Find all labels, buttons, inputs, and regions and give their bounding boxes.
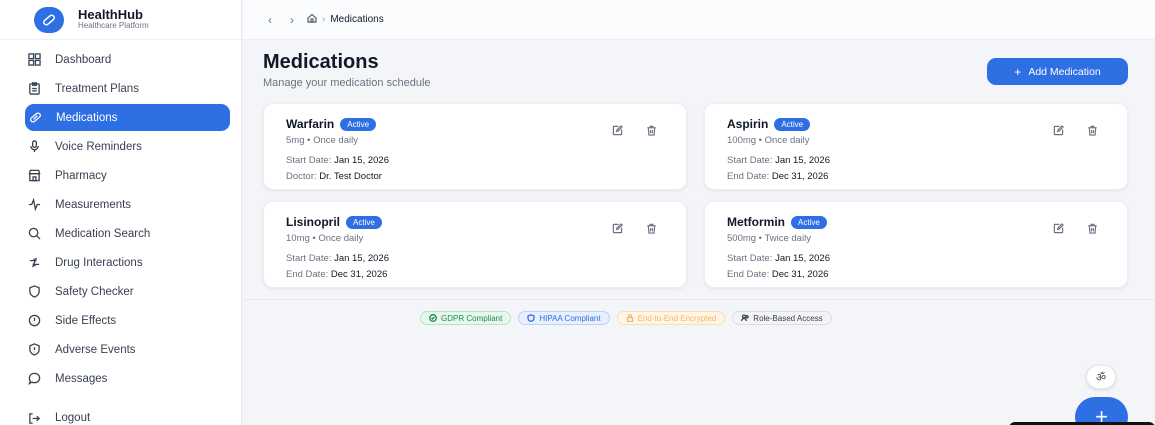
message-icon — [27, 372, 41, 386]
sidebar: HealthHub Healthcare Platform Dashboard … — [0, 0, 242, 425]
forward-arrow-icon[interactable]: › — [285, 13, 299, 27]
medication-name: Aspirin — [727, 117, 769, 131]
sidebar-item-medication-search[interactable]: Medication Search — [25, 220, 230, 247]
delete-icon[interactable] — [646, 223, 658, 235]
sidebar-nav: Dashboard Treatment Plans Medications Vo… — [0, 46, 241, 392]
edit-icon[interactable] — [1053, 125, 1065, 137]
medication-start-date: Start Date: Jan 15, 2026 — [727, 155, 830, 166]
medication-start-date: Start Date: Jan 15, 2026 — [286, 155, 389, 166]
brand-title: HealthHub — [78, 7, 143, 22]
sidebar-item-measurements[interactable]: Measurements — [25, 191, 230, 218]
logout-label: Logout — [55, 412, 91, 424]
sidebar-item-label: Messages — [55, 372, 108, 385]
microphone-icon — [27, 140, 41, 154]
language-toggle-button[interactable]: ॐ — [1086, 365, 1116, 389]
medication-name: Lisinopril — [286, 215, 340, 229]
sidebar-item-label: Measurements — [55, 198, 132, 211]
sidebar-item-side-effects[interactable]: Side Effects — [25, 307, 230, 334]
status-badge: Active — [791, 215, 827, 229]
pill-logo-icon — [34, 6, 64, 33]
divider — [243, 299, 1155, 300]
edit-icon[interactable] — [1053, 223, 1065, 235]
breadcrumb-chevron-icon: › — [322, 14, 326, 25]
add-medication-label: Add Medication — [1028, 65, 1101, 78]
delete-icon[interactable] — [1087, 223, 1099, 235]
sidebar-item-label: Adverse Events — [55, 343, 136, 356]
role-access-badge: Role-Based Access — [732, 311, 832, 325]
gdpr-badge: GDPR Compliant — [420, 311, 512, 325]
sidebar-item-messages[interactable]: Messages — [25, 365, 230, 392]
pill-icon — [28, 111, 42, 125]
shield-check-icon — [527, 314, 536, 322]
sidebar-item-drug-interactions[interactable]: Drug Interactions — [25, 249, 230, 276]
sidebar-item-label: Voice Reminders — [55, 140, 142, 153]
users-icon — [741, 314, 750, 322]
edit-icon[interactable] — [612, 125, 624, 137]
medication-doctor: Doctor: Dr. Test Doctor — [286, 171, 382, 182]
sidebar-item-label: Side Effects — [55, 314, 117, 327]
medication-card: Aspirin Active 100mg • Once daily Start … — [704, 103, 1128, 190]
lock-icon — [626, 314, 633, 322]
medication-end-date: End Date: Dec 31, 2026 — [727, 171, 829, 182]
status-badge: Active — [346, 215, 382, 229]
page-title: Medications — [263, 51, 379, 73]
main-content: Medications Manage your medication sched… — [243, 41, 1155, 425]
delete-icon[interactable] — [1087, 125, 1099, 137]
medication-card: Warfarin Active 5mg • Once daily Start D… — [263, 103, 687, 190]
medication-end-date: End Date: Dec 31, 2026 — [286, 269, 388, 280]
add-medication-button[interactable]: + Add Medication — [987, 58, 1128, 85]
sidebar-item-adverse-events[interactable]: Adverse Events — [25, 336, 230, 363]
brand-subtitle: Healthcare Platform — [78, 21, 149, 30]
encryption-badge: End-to-End Encrypted — [616, 311, 726, 325]
activity-icon — [27, 198, 41, 212]
edit-icon[interactable] — [612, 223, 624, 235]
medication-name: Warfarin — [286, 117, 335, 131]
top-bar: ‹ › › Medications — [243, 0, 1155, 40]
grid-icon — [27, 53, 41, 67]
delete-icon[interactable] — [646, 125, 658, 137]
sidebar-item-dashboard[interactable]: Dashboard — [25, 46, 230, 73]
page-subtitle: Manage your medication schedule — [263, 77, 431, 89]
sidebar-item-medications[interactable]: Medications — [25, 104, 230, 131]
sidebar-item-label: Medication Search — [55, 227, 151, 240]
search-icon — [27, 227, 41, 241]
sidebar-item-safety-checker[interactable]: Safety Checker — [25, 278, 230, 305]
compliance-badges: GDPR Compliant HIPAA Compliant End-to-En… — [420, 311, 839, 325]
hipaa-badge: HIPAA Compliant — [518, 311, 610, 325]
logout-icon — [27, 411, 41, 425]
sidebar-item-label: Pharmacy — [55, 169, 107, 182]
alert-shield-icon — [27, 343, 41, 357]
medication-name: Metformin — [727, 215, 785, 229]
alert-circle-icon — [27, 314, 41, 328]
medication-card: Metformin Active 500mg • Twice daily Sta… — [704, 201, 1128, 288]
back-arrow-icon[interactable]: ‹ — [263, 13, 277, 27]
medication-card: Lisinopril Active 10mg • Once daily Star… — [263, 201, 687, 288]
sidebar-item-label: Safety Checker — [55, 285, 134, 298]
store-icon — [27, 169, 41, 183]
sidebar-item-pharmacy[interactable]: Pharmacy — [25, 162, 230, 189]
sidebar-item-label: Dashboard — [55, 53, 112, 66]
check-circle-icon — [429, 314, 437, 322]
sidebar-item-treatment-plans[interactable]: Treatment Plans — [25, 75, 230, 102]
medication-start-date: Start Date: Jan 15, 2026 — [286, 253, 389, 264]
breadcrumb-current: Medications — [330, 14, 384, 25]
medication-end-date: End Date: Dec 31, 2026 — [727, 269, 829, 280]
interaction-icon — [27, 256, 41, 270]
sidebar-item-label: Medications — [56, 111, 118, 124]
status-badge: Active — [774, 117, 811, 131]
shield-icon — [27, 285, 41, 299]
plus-icon: + — [1014, 64, 1022, 79]
status-badge: Active — [340, 117, 377, 131]
home-icon[interactable] — [307, 13, 317, 26]
brand: HealthHub Healthcare Platform — [0, 0, 241, 40]
sidebar-item-label: Treatment Plans — [55, 82, 139, 95]
quick-add-button[interactable]: + — [1075, 397, 1128, 425]
logout-button[interactable]: Logout — [27, 411, 90, 425]
sidebar-item-label: Drug Interactions — [55, 256, 143, 269]
medication-start-date: Start Date: Jan 15, 2026 — [727, 253, 830, 264]
clipboard-icon — [27, 82, 41, 96]
sidebar-item-voice-reminders[interactable]: Voice Reminders — [25, 133, 230, 160]
